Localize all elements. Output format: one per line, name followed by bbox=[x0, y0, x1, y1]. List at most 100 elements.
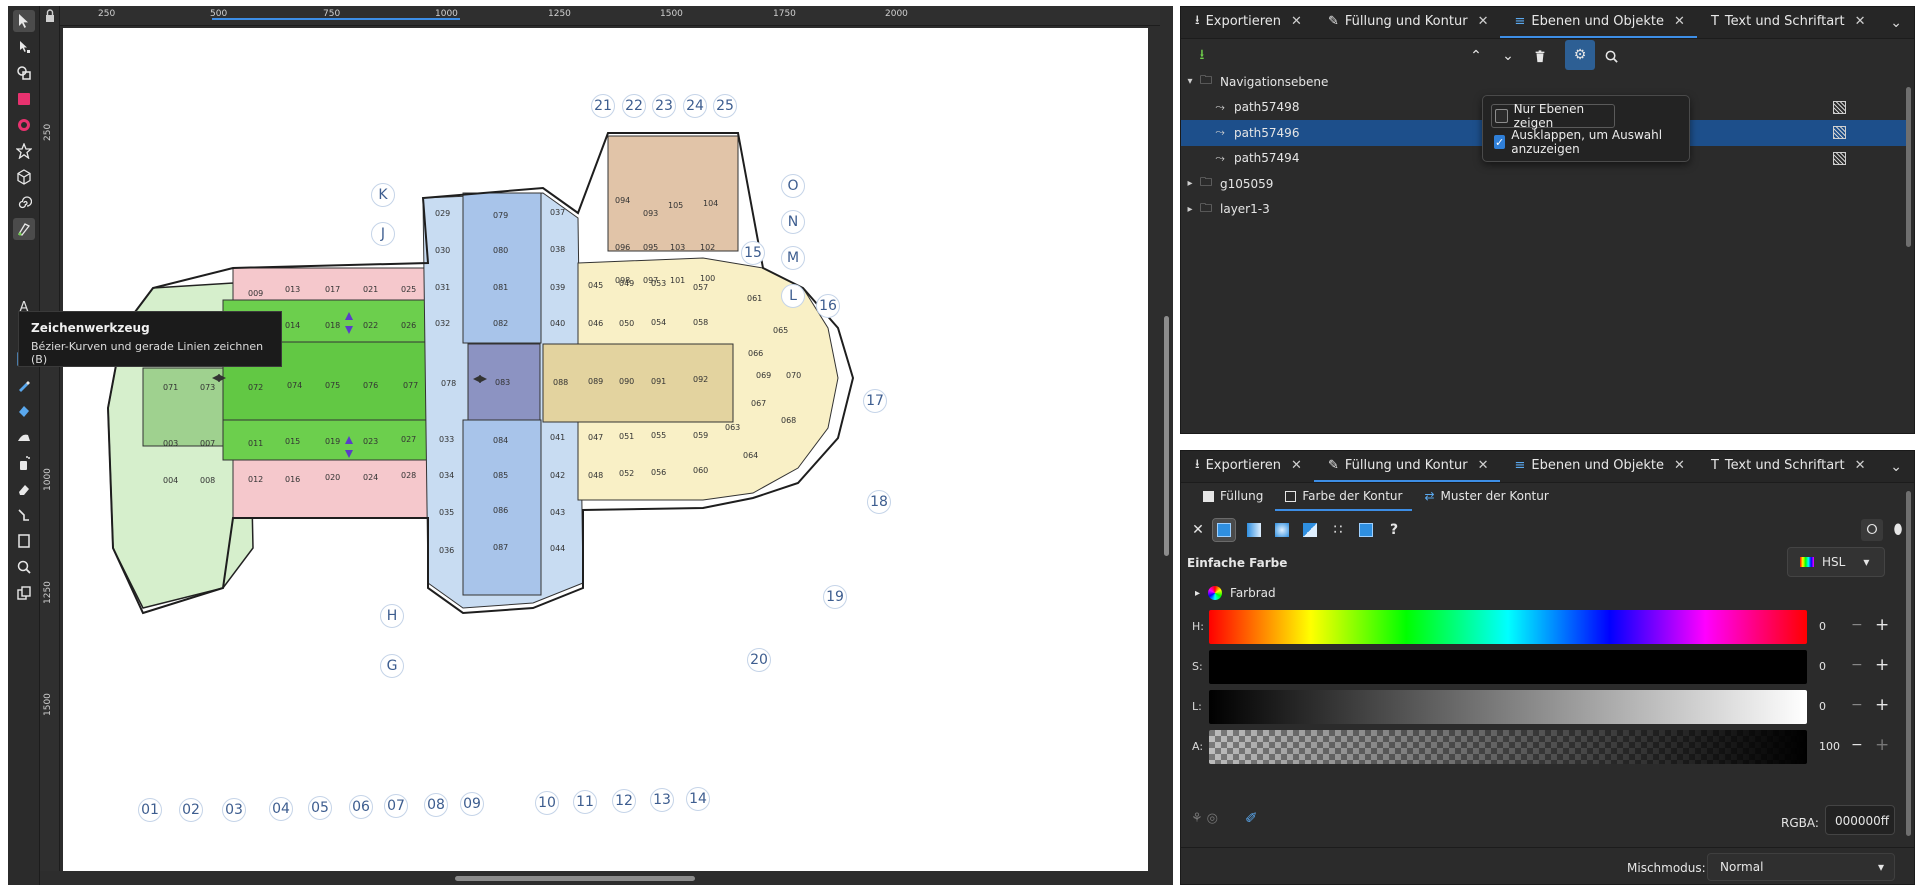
expander-closed-icon[interactable]: ▸ bbox=[1183, 204, 1197, 215]
svg-text:072: 072 bbox=[248, 383, 263, 392]
subtab-stroke-style[interactable]: ⇄ Muster der Kontur bbox=[1414, 483, 1558, 511]
close-icon[interactable]: ✕ bbox=[1478, 14, 1489, 29]
plus-icon[interactable]: + bbox=[1875, 735, 1889, 755]
checkmark-icon[interactable]: ✓ bbox=[1494, 135, 1506, 149]
drawing-canvas[interactable]: 002006 071073 003007 004008 009013017021… bbox=[63, 28, 1148, 871]
color-mode-select[interactable]: HSL ▾ bbox=[1787, 547, 1885, 577]
mesh-gradient-icon[interactable] bbox=[1299, 519, 1321, 541]
pages-tool-icon[interactable] bbox=[13, 530, 35, 552]
tab-text-font[interactable]: T Text und Schriftart ✕ bbox=[1697, 7, 1878, 38]
box3d-tool-icon[interactable] bbox=[13, 166, 35, 188]
close-icon[interactable]: ✕ bbox=[1855, 14, 1866, 29]
close-icon[interactable]: ✕ bbox=[1674, 14, 1685, 29]
fill-rule-evenodd-icon[interactable]: ⭘ bbox=[1861, 519, 1883, 541]
slider-value[interactable]: 0 bbox=[1819, 700, 1826, 713]
svg-text:059: 059 bbox=[693, 431, 708, 440]
spray-tool-icon[interactable] bbox=[13, 452, 35, 474]
minus-icon[interactable]: − bbox=[1851, 697, 1863, 713]
only-layers-checkbox[interactable]: Nur Ebenen zeigen bbox=[1491, 102, 1615, 130]
blend-mode-select[interactable]: Normal ▾ bbox=[1707, 853, 1895, 881]
ellipse-tool-icon[interactable] bbox=[13, 114, 35, 136]
clone-tool-icon[interactable] bbox=[13, 582, 35, 604]
vertical-ruler[interactable]: 250 1000 1250 1500 bbox=[40, 26, 60, 871]
minus-icon[interactable]: − bbox=[1851, 617, 1863, 633]
swatch-icon[interactable] bbox=[1355, 519, 1377, 541]
visibility-pattern-icon[interactable] bbox=[1833, 151, 1846, 165]
fill-panel-scrollbar[interactable] bbox=[1906, 491, 1911, 836]
rgba-input[interactable]: 000000ff bbox=[1825, 805, 1895, 835]
trash-icon[interactable] bbox=[1527, 43, 1553, 69]
dropper-tool-icon[interactable] bbox=[13, 374, 35, 396]
minus-icon[interactable]: − bbox=[1851, 737, 1863, 753]
search-icon[interactable] bbox=[1598, 43, 1624, 69]
color-picker-icon[interactable]: ✐ bbox=[1245, 809, 1258, 827]
rectangle-tool-icon[interactable] bbox=[13, 88, 35, 110]
close-icon[interactable]: ✕ bbox=[1674, 458, 1685, 473]
subtab-fill[interactable]: Füllung bbox=[1193, 483, 1273, 511]
alpha-slider[interactable] bbox=[1209, 730, 1807, 764]
tab-export[interactable]: ⭳ Exportieren ✕ bbox=[1181, 451, 1314, 482]
tab-export[interactable]: ⭳ Exportieren ✕ bbox=[1181, 7, 1314, 38]
plus-icon[interactable]: + bbox=[1875, 615, 1889, 635]
tree-row-group[interactable]: ▸ 🗀 g105059 bbox=[1181, 171, 1906, 197]
hue-slider[interactable] bbox=[1209, 610, 1807, 644]
layers-scrollbar[interactable] bbox=[1906, 87, 1911, 247]
pen-tool-icon[interactable] bbox=[13, 218, 35, 240]
tab-fill-stroke[interactable]: ✎ Füllung und Kontur ✕ bbox=[1314, 7, 1501, 38]
plus-icon[interactable]: + bbox=[1875, 655, 1889, 675]
node-tool-icon[interactable] bbox=[13, 36, 35, 58]
shape-builder-icon[interactable] bbox=[13, 62, 35, 84]
close-icon[interactable]: ✕ bbox=[1478, 458, 1489, 473]
tab-layers-objects[interactable]: ≡ Ebenen und Objekte ✕ bbox=[1500, 451, 1696, 482]
paint-bucket-icon[interactable] bbox=[13, 400, 35, 422]
visibility-pattern-icon[interactable] bbox=[1833, 126, 1846, 139]
chevron-up-icon[interactable]: ⌃ bbox=[1463, 43, 1489, 69]
star-tool-icon[interactable] bbox=[13, 140, 35, 162]
saturation-slider[interactable] bbox=[1209, 650, 1807, 684]
chevron-down-icon[interactable]: ⌄ bbox=[1878, 451, 1914, 482]
eraser-tool-icon[interactable] bbox=[13, 478, 35, 500]
tab-layers-objects[interactable]: ≡ Ebenen und Objekte ✕ bbox=[1500, 7, 1697, 38]
pattern-icon[interactable]: ∷ bbox=[1327, 519, 1349, 541]
zoom-tool-icon[interactable] bbox=[13, 556, 35, 578]
add-layer-icon[interactable]: ⭳ bbox=[1189, 43, 1215, 69]
minus-icon[interactable]: − bbox=[1851, 657, 1863, 673]
horizontal-ruler[interactable]: 250 500 750 1000 1250 1500 1750 2000 bbox=[40, 6, 1160, 26]
slider-value[interactable]: 100 bbox=[1819, 740, 1840, 753]
spiral-tool-icon[interactable] bbox=[13, 192, 35, 214]
tree-row-layer[interactable]: ▾ 🗀 Navigationsebene bbox=[1181, 69, 1906, 95]
radial-gradient-icon[interactable] bbox=[1271, 519, 1293, 541]
subtab-stroke-paint[interactable]: Farbe der Kontur bbox=[1275, 483, 1413, 511]
gear-icon[interactable]: ⚙ bbox=[1565, 40, 1595, 70]
tab-fill-stroke[interactable]: ✎ Füllung und Kontur ✕ bbox=[1313, 451, 1501, 482]
horizontal-scroll-thumb[interactable] bbox=[455, 876, 695, 881]
chevron-down-icon[interactable]: ⌄ bbox=[1878, 7, 1914, 38]
vertical-scroll-thumb[interactable] bbox=[1164, 316, 1169, 556]
no-paint-icon[interactable]: ✕ bbox=[1187, 519, 1209, 541]
expand-selection-checkbox[interactable]: ✓ Ausklappen, um Auswahl anzuzeigen bbox=[1491, 128, 1681, 156]
connector-tool-icon[interactable] bbox=[13, 504, 35, 526]
vertical-scrollbar[interactable] bbox=[1160, 26, 1173, 871]
unset-paint-icon[interactable]: ? bbox=[1383, 519, 1405, 541]
chevron-down-icon[interactable]: ⌄ bbox=[1495, 43, 1521, 69]
close-icon[interactable]: ✕ bbox=[1291, 458, 1302, 473]
linear-gradient-icon[interactable] bbox=[1243, 519, 1265, 541]
close-icon[interactable]: ✕ bbox=[1291, 14, 1302, 29]
subtab-label: Füllung bbox=[1220, 489, 1264, 503]
expander-open-icon[interactable]: ▾ bbox=[1183, 76, 1197, 87]
tab-text-font[interactable]: T Text und Schriftart ✕ bbox=[1697, 451, 1878, 482]
close-icon[interactable]: ✕ bbox=[1855, 458, 1866, 473]
expander-closed-icon[interactable]: ▸ bbox=[1183, 178, 1197, 189]
checkbox-unchecked[interactable] bbox=[1495, 109, 1508, 123]
horizontal-scrollbar[interactable] bbox=[60, 871, 1160, 885]
flat-color-icon[interactable] bbox=[1212, 518, 1236, 542]
plus-icon[interactable]: + bbox=[1875, 695, 1889, 715]
slider-value[interactable]: 0 bbox=[1819, 660, 1826, 673]
tree-row-layer[interactable]: ▸ 🗀 layer1-3 bbox=[1181, 197, 1906, 223]
slider-value[interactable]: 0 bbox=[1819, 620, 1826, 633]
color-wheel-expander[interactable]: ▸ Farbrad bbox=[1195, 586, 1276, 600]
lightness-slider[interactable] bbox=[1209, 690, 1807, 724]
tweak-tool-icon[interactable] bbox=[13, 426, 35, 448]
visibility-pattern-icon[interactable] bbox=[1833, 100, 1846, 114]
selector-tool-icon[interactable] bbox=[13, 10, 35, 32]
